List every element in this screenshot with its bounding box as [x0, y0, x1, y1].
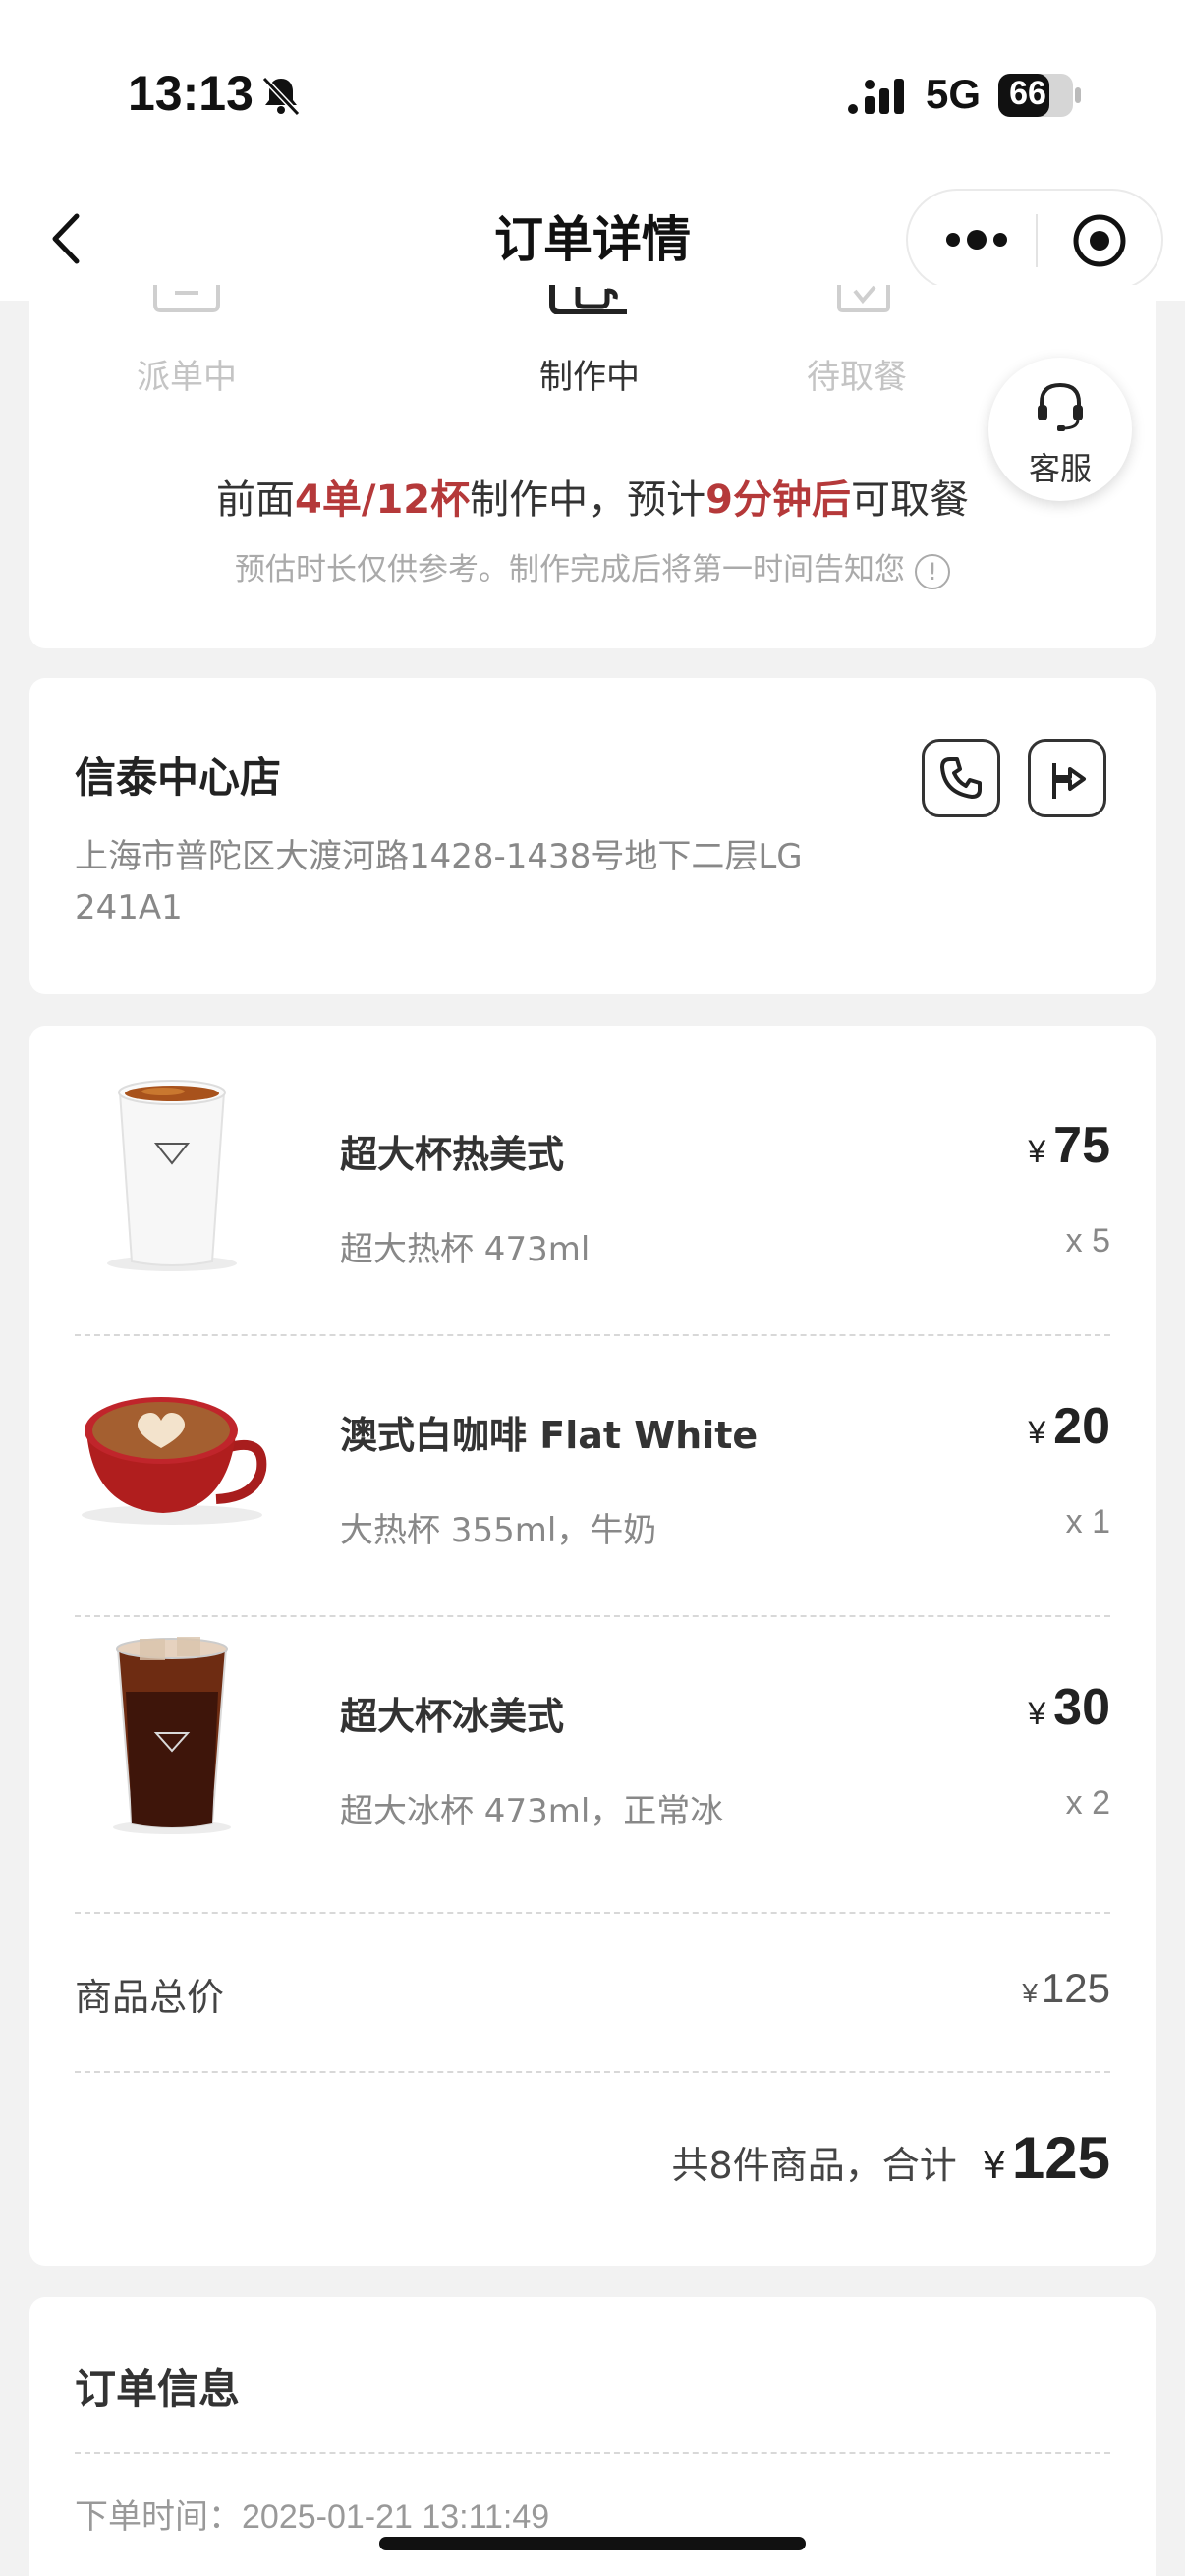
order-info-card: 订单信息 下单时间：2025-01-21 13:11:49	[29, 2297, 1156, 2576]
item-price-value: 30	[1053, 1679, 1110, 1736]
item-price-value: 75	[1053, 1117, 1110, 1174]
close-target-icon[interactable]	[1071, 212, 1128, 269]
item-spec: 超大冰杯 473ml，正常冰	[340, 1792, 724, 1831]
item-quantity: x 2	[1065, 1784, 1110, 1821]
battery-level: 66	[1009, 75, 1046, 112]
queue-message: 前面4单/12杯制作中，预计9分钟后可取餐	[29, 468, 1156, 525]
step-dispatch: 派单中	[137, 358, 237, 397]
customer-service-label: 客服	[1028, 450, 1092, 487]
store-address: 上海市普陀区大渡河路1428-1438号地下二层LG 241A1	[75, 837, 803, 927]
currency-symbol: ¥	[982, 2144, 1006, 2187]
item-name: 澳式白咖啡 Flat White	[340, 1414, 759, 1457]
queue-mid: 制作中，预计	[470, 477, 706, 523]
dispatch-step-icon	[153, 285, 220, 312]
customer-service-button[interactable]: 客服	[988, 358, 1132, 501]
step-pickup: 待取餐	[807, 358, 907, 397]
subtotal-label: 商品总价	[75, 1976, 225, 2019]
more-icon[interactable]	[937, 220, 1016, 259]
order-info-title: 订单信息	[75, 2365, 241, 2413]
order-time-label: 下单时间：	[75, 2497, 242, 2537]
eta-note: 预估时长仅供参考。制作完成后将第一时间告知您!	[29, 544, 1156, 589]
network-label: 5G	[926, 71, 982, 117]
status-bar: 13:13 5G 66	[0, 0, 1185, 177]
navigation-icon	[1052, 763, 1086, 799]
capsule-divider	[1036, 214, 1038, 267]
item-quantity: x 1	[1065, 1503, 1110, 1540]
headset-icon	[1038, 382, 1083, 431]
order-time-value: 2025-01-21 13:11:49	[242, 2498, 550, 2536]
currency-symbol: ¥	[1028, 1415, 1046, 1450]
queue-prefix: 前面	[216, 477, 296, 523]
item-price: ¥30	[1028, 1678, 1110, 1737]
phone-icon	[940, 757, 982, 799]
item-price: ¥75	[1028, 1116, 1110, 1175]
subtotal-amount: 125	[1041, 1965, 1110, 2011]
order-total: 共8件商品，合计 ¥125	[672, 2124, 1110, 2192]
eta-note-text: 预估时长仅供参考。制作完成后将第一时间告知您	[235, 552, 905, 588]
flat-white-cup-image	[82, 1397, 267, 1525]
order-time: 下单时间：2025-01-21 13:11:49	[75, 2490, 549, 2538]
currency-symbol: ¥	[1028, 1134, 1046, 1169]
mini-program-capsule	[906, 189, 1163, 291]
item-spec: 超大热杯 473ml	[340, 1230, 591, 1269]
item-name: 超大杯冰美式	[340, 1695, 565, 1738]
making-step-icon	[549, 285, 627, 314]
hot-americano-cup-image	[107, 1080, 237, 1271]
home-indicator[interactable]	[379, 2537, 806, 2550]
status-time: 13:13	[128, 66, 254, 121]
total-amount: 125	[1011, 2125, 1110, 2191]
store-name: 信泰中心店	[75, 754, 282, 802]
list-item[interactable]: 超大杯冰美式 超大冰杯 473ml，正常冰 ¥30 x 2	[29, 1588, 1156, 1869]
currency-symbol: ¥	[1022, 1978, 1038, 2008]
list-item[interactable]: 超大杯热美式 超大热杯 473ml ¥75 x 5	[29, 1026, 1156, 1307]
subtotal-value: ¥125	[1022, 1965, 1110, 2012]
subtotal-divider	[75, 2071, 1110, 2073]
store-card: 信泰中心店 上海市普陀区大渡河路1428-1438号地下二层LG 241A1	[29, 678, 1156, 994]
signal-icon	[848, 79, 904, 114]
queue-count: 4单/12杯	[295, 477, 471, 523]
pickup-step-icon	[837, 285, 890, 312]
progress-card: 派单中 制作中 待取餐 前面4单/12杯制作中，预计9分钟后可取餐 预估时长仅供…	[29, 285, 1156, 648]
nav-bar: 订单详情	[0, 177, 1185, 301]
item-price: ¥20	[1028, 1397, 1110, 1456]
item-quantity: x 5	[1065, 1222, 1110, 1260]
info-icon[interactable]: !	[915, 553, 950, 589]
item-name: 超大杯热美式	[340, 1133, 565, 1176]
call-store-button[interactable]	[922, 739, 1000, 817]
item-spec: 大热杯 355ml，牛奶	[340, 1511, 657, 1550]
queue-suffix: 可取餐	[850, 477, 969, 523]
order-items-card: 超大杯热美式 超大热杯 473ml ¥75 x 5 澳式白咖啡 Flat Whi…	[29, 1026, 1156, 2266]
bell-muted-icon	[261, 76, 301, 117]
navigate-store-button[interactable]	[1028, 739, 1106, 817]
iced-americano-cup-image	[113, 1637, 231, 1834]
step-making: 制作中	[539, 358, 640, 397]
list-item[interactable]: 澳式白咖啡 Flat White 大热杯 355ml，牛奶 ¥20 x 1	[29, 1307, 1156, 1588]
item-price-value: 20	[1053, 1398, 1110, 1455]
currency-symbol: ¥	[1028, 1696, 1046, 1731]
total-label: 共8件商品，合计	[671, 2144, 957, 2187]
items-subtotal-divider	[75, 1912, 1110, 1914]
eta-value: 9分钟后	[705, 477, 851, 523]
order-info-divider	[75, 2452, 1110, 2454]
